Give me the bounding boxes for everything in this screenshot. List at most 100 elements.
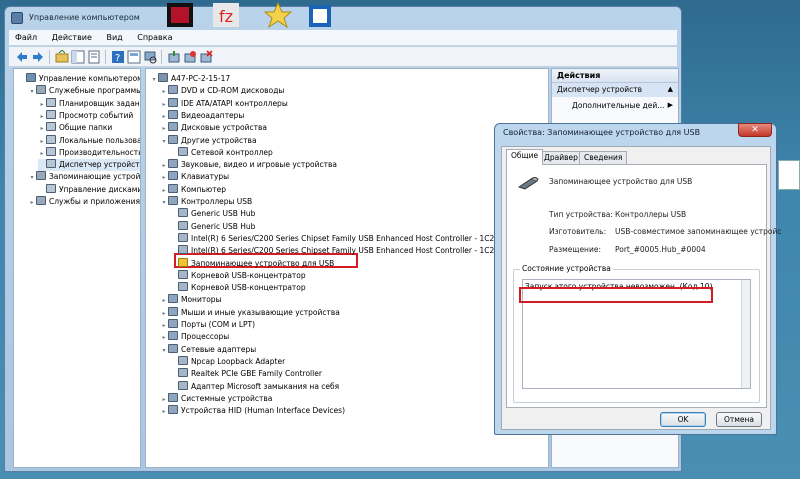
uninstall-device-icon[interactable] [199, 50, 213, 64]
collapse-icon[interactable]: ▾ [160, 345, 168, 357]
action-more-actions-label: Дополнительные дей... [572, 101, 665, 110]
device-tree-item-row[interactable]: ▸ Порты (COM и LPT) [160, 319, 255, 331]
expand-icon[interactable]: ▸ [38, 148, 46, 160]
device-tree-item-row[interactable]: Сетевой контроллер [170, 146, 273, 159]
device-tree-item-row[interactable]: Generic USB Hub [170, 208, 255, 220]
collapse-icon[interactable]: ▾ [28, 172, 36, 184]
console-tree-item-row[interactable]: Управление дисками [38, 183, 140, 196]
collapse-icon[interactable]: ▾ [160, 136, 168, 148]
device-icon [178, 245, 188, 255]
device-tree-item-row[interactable]: ▸ IDE ATA/ATAPI контроллеры [160, 97, 288, 111]
device-tree-item-row[interactable]: ▸ Системные устройства [160, 392, 273, 406]
help-icon[interactable]: ? [111, 50, 125, 64]
device-tree-item-row[interactable]: ▸ Видеоадаптеры [160, 109, 244, 123]
up-folder-icon[interactable] [55, 50, 69, 64]
device-tree-item-row[interactable]: ▸ Звуковые, видео и игровые устройства [160, 159, 337, 171]
scan-hardware-icon[interactable] [143, 50, 157, 64]
expand-icon[interactable]: ▸ [160, 86, 168, 98]
collapse-icon[interactable]: ▾ [150, 74, 158, 86]
device-icon [168, 134, 178, 144]
tab-general[interactable]: Общие [506, 149, 544, 165]
properties-icon[interactable] [127, 50, 141, 64]
close-icon[interactable]: ✕ [738, 123, 772, 137]
collapse-icon[interactable]: ▾ [28, 86, 36, 98]
warning-device-icon [178, 257, 188, 267]
device-icon [168, 392, 178, 402]
expand-icon[interactable]: ▸ [160, 185, 168, 197]
device-tree-item-row[interactable]: ▸ Компьютер [160, 183, 226, 197]
device-tree-item-row[interactable]: Intel(R) 6 Series/C200 Series Chipset Fa… [170, 245, 500, 257]
console-tree-item-row[interactable]: ▾ Служебные программы [28, 85, 140, 98]
device-tree-item-label: Системные устройства [181, 393, 273, 403]
expand-icon[interactable]: ▸ [160, 308, 168, 320]
device-tree-item-row[interactable]: Realtek PCIe GBE Family Controller [170, 368, 322, 380]
device-tree-item-row[interactable]: ▸ Мыши и иные указывающие устройства [160, 306, 340, 320]
cancel-button[interactable]: Отмена [716, 412, 762, 427]
action-more-actions[interactable]: Дополнительные дей... ▶ [552, 99, 678, 113]
console-tree-item-row[interactable]: Диспетчер устройств [38, 159, 140, 172]
console-tree-item-row[interactable]: ▸ Службы и приложения [28, 196, 140, 208]
device-tree-item-row[interactable]: Корневой USB-концентратор [170, 269, 306, 282]
device-tree-item-row[interactable]: Адаптер Microsoft замыкания на себя [170, 380, 339, 393]
console-tree-item-row[interactable]: ▸ Общие папки [38, 122, 112, 134]
device-tree-item-row[interactable]: ▾ Контроллеры USB [160, 196, 252, 208]
menu-view[interactable]: Вид [100, 30, 128, 45]
device-tree-item-row[interactable]: Generic USB Hub [170, 220, 255, 233]
console-tree-item-row[interactable]: ▸ Локальные пользовате [38, 134, 140, 148]
expand-icon[interactable]: ▸ [160, 394, 168, 406]
device-tree-item-row[interactable]: Запоминающее устройство для USB [170, 257, 334, 270]
expand-icon[interactable]: ▸ [38, 123, 46, 135]
expand-icon[interactable]: ▸ [38, 136, 46, 148]
console-tree-item-row[interactable]: ▾ Запоминающие устройст [28, 171, 140, 184]
export-list-icon[interactable] [87, 50, 101, 64]
expand-icon[interactable]: ▸ [160, 295, 168, 307]
device-tree-item-label: Компьютер [181, 184, 226, 194]
device-tree-item-row[interactable]: Intel(R) 6 Series/C200 Series Chipset Fa… [170, 232, 499, 245]
device-tree-item-row[interactable]: ▸ DVD и CD-ROM дисководы [160, 85, 284, 97]
device-tree-item-row[interactable]: Npcap Loopback Adapter [170, 355, 285, 368]
expand-icon[interactable]: ▸ [160, 332, 168, 344]
expand-icon[interactable]: ▸ [160, 99, 168, 111]
ok-button[interactable]: OK [660, 412, 706, 427]
expand-icon[interactable]: ▸ [38, 99, 46, 111]
console-tree-icon[interactable] [71, 50, 85, 64]
menu-file[interactable]: Файл [9, 30, 43, 45]
forward-icon[interactable] [31, 50, 45, 64]
disable-device-icon[interactable] [183, 50, 197, 64]
device-tree-item-row[interactable]: ▸ Устройства HID (Human Interface Devices… [160, 405, 345, 417]
tab-driver[interactable]: Драйвер [539, 151, 583, 164]
action-device-manager[interactable]: Диспетчер устройств ▲ [552, 83, 678, 97]
title-bar[interactable]: Управление компьютером fz [5, 1, 681, 29]
expand-icon[interactable]: ▸ [160, 406, 168, 418]
status-scrollbar[interactable] [741, 280, 750, 388]
expand-icon[interactable]: ▸ [160, 172, 168, 184]
console-tree-item-row[interactable]: ▸ Планировщик заданий [38, 97, 140, 111]
device-tree-item-row[interactable]: ▾ Сетевые адаптеры [160, 343, 256, 357]
expand-icon[interactable]: ▸ [160, 320, 168, 332]
device-icon [46, 183, 56, 193]
device-tree-item-row[interactable]: ▸ Процессоры [160, 331, 229, 343]
update-driver-icon[interactable] [167, 50, 181, 64]
console-tree-item-row[interactable]: ▸ Производительность [38, 146, 140, 160]
device-icon [178, 269, 188, 279]
device-tree-item-row[interactable]: ▸ Дисковые устройства [160, 122, 267, 134]
console-tree-item-row[interactable]: Управление компьютером (л [18, 73, 140, 85]
collapse-arrow-icon[interactable]: ▲ [668, 85, 673, 93]
device-tree-item-row[interactable]: ▸ Мониторы [160, 294, 221, 306]
expand-icon[interactable]: ▸ [160, 160, 168, 172]
expand-icon[interactable]: ▸ [28, 197, 36, 209]
device-icon [178, 220, 188, 230]
menu-action[interactable]: Действие [46, 30, 98, 45]
device-tree-item-row[interactable]: ▾ A47-PC-2-15-17 [150, 73, 230, 85]
collapse-icon[interactable]: ▾ [160, 197, 168, 209]
device-tree-item-row[interactable]: ▸ Клавиатуры [160, 171, 229, 183]
expand-icon[interactable]: ▸ [160, 123, 168, 135]
device-tree-item-row[interactable]: ▾ Другие устройства [160, 134, 257, 148]
device-tree-item-row[interactable]: Корневой USB-концентратор [170, 282, 306, 294]
expand-icon[interactable]: ▸ [38, 111, 46, 123]
tab-details[interactable]: Сведения [579, 151, 628, 164]
menu-help[interactable]: Справка [131, 30, 178, 45]
console-tree-item-row[interactable]: ▸ Просмотр событий [38, 109, 133, 123]
back-icon[interactable] [15, 50, 29, 64]
expand-icon[interactable]: ▸ [160, 111, 168, 123]
